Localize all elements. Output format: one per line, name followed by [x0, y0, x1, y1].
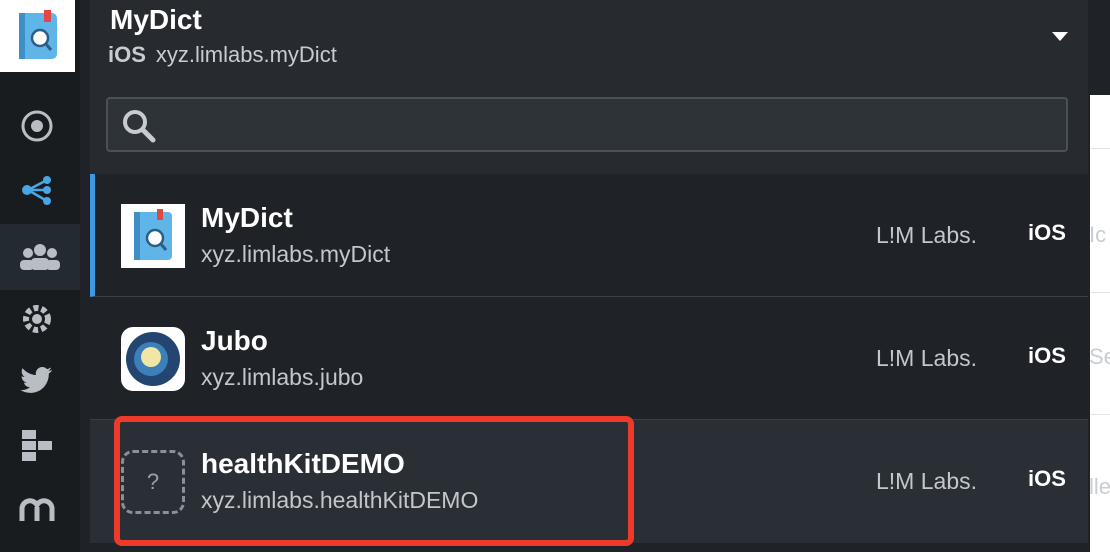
selected-app-title[interactable]: MyDict — [110, 4, 202, 36]
app-platform: iOS — [1028, 343, 1066, 368]
selected-app-subtitle: iOS xyz.limlabs.myDict — [108, 42, 337, 68]
gear-cog-icon[interactable] — [12, 294, 62, 344]
bundle-id: xyz.limlabs.myDict — [155, 42, 337, 67]
app-bundle-id: xyz.limlabs.jubo — [201, 364, 364, 390]
app-platform: iOS — [1028, 466, 1066, 491]
twitter-icon[interactable] — [12, 356, 62, 406]
mydict-book-icon — [121, 204, 185, 268]
share-network-icon[interactable] — [12, 165, 62, 215]
app-vendor: L!M Labs. — [876, 345, 977, 371]
search-input[interactable] — [168, 107, 1052, 145]
mydict-book-icon — [18, 10, 57, 59]
app-logo[interactable] — [0, 0, 75, 72]
search-box — [106, 97, 1068, 152]
background-header — [1090, 0, 1110, 95]
background-text: Ic — [1089, 222, 1107, 247]
app-name: MyDict — [201, 202, 293, 233]
background-text: Se — [1089, 344, 1110, 369]
background-text: lle — [1089, 474, 1110, 499]
list-item[interactable]: MyDict xyz.limlabs.myDict L!M Labs. iOS — [90, 174, 1088, 297]
app-vendor: L!M Labs. — [876, 222, 977, 248]
background-divider — [1090, 414, 1110, 415]
dashboard-icon[interactable] — [12, 101, 62, 151]
users-icon[interactable] — [0, 224, 80, 290]
app-platform: iOS — [1028, 220, 1066, 245]
jubo-moon-icon — [121, 327, 185, 391]
platform-label: iOS — [108, 42, 146, 67]
app-bundle-id: xyz.limlabs.myDict — [201, 241, 391, 267]
sidebar — [0, 0, 80, 552]
blocks-icon[interactable] — [12, 420, 62, 470]
app-name: Jubo — [201, 325, 268, 356]
background-divider — [1090, 148, 1110, 149]
background-divider — [1090, 292, 1110, 293]
chevron-down-icon[interactable] — [1052, 32, 1068, 41]
list-item[interactable]: Jubo xyz.limlabs.jubo L!M Labs. iOS — [90, 297, 1088, 420]
search-icon — [123, 110, 156, 143]
app-vendor: L!M Labs. — [876, 468, 977, 494]
highlight-annotation — [114, 416, 634, 546]
m-logo-icon[interactable] — [12, 484, 62, 534]
